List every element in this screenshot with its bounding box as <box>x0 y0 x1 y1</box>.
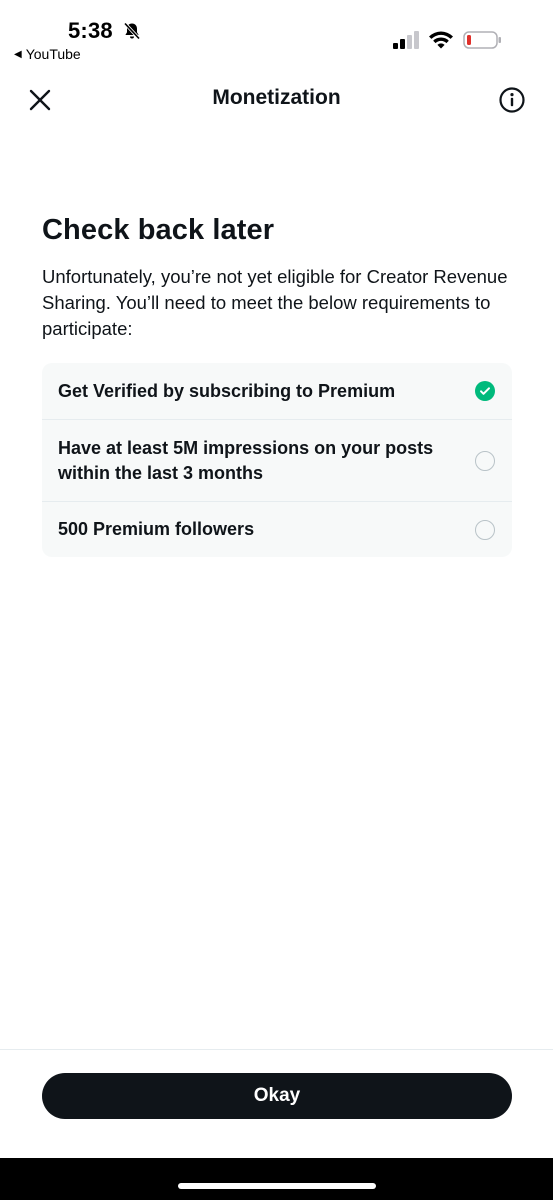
requirement-label: 500 Premium followers <box>58 519 255 539</box>
check-back-heading: Check back later <box>42 214 275 246</box>
status-time: 5:38 <box>68 18 113 43</box>
check-circle-icon <box>475 381 495 401</box>
back-app-label: YouTube <box>25 46 81 62</box>
nav-header: Monetization <box>0 70 553 128</box>
requirement-label: Have at least 5M impressions on your pos… <box>58 437 434 483</box>
requirement-row-followers: 500 Premium followers <box>42 501 512 557</box>
home-indicator[interactable] <box>178 1183 376 1189</box>
status-bar: 5:38 ◀ YouTube <box>0 0 553 70</box>
requirement-row-verified: Get Verified by subscribing to Premium <box>42 363 512 419</box>
cellular-signal-icon <box>393 30 421 50</box>
bell-slash-icon <box>122 21 142 41</box>
eligibility-description: Unfortunately, you’re not yet eligible f… <box>42 266 508 339</box>
info-icon <box>499 87 525 113</box>
battery-low-icon <box>463 30 503 50</box>
page-title: Monetization <box>212 86 341 109</box>
empty-circle-icon <box>475 519 495 540</box>
back-triangle-icon: ◀ <box>14 48 22 60</box>
info-button[interactable] <box>498 86 526 114</box>
empty-circle-icon <box>475 450 495 471</box>
okay-button[interactable]: Okay <box>42 1073 512 1119</box>
home-bar-area <box>0 1158 553 1200</box>
bottom-action-panel: Okay <box>0 1049 553 1159</box>
eligibility-content: Check back later Unfortunately, you’re n… <box>42 210 512 342</box>
requirements-card: Get Verified by subscribing to Premium H… <box>42 363 512 557</box>
back-to-app-link[interactable]: ◀ YouTube <box>14 46 81 62</box>
requirement-row-impressions: Have at least 5M impressions on your pos… <box>42 419 512 501</box>
requirement-label: Get Verified by subscribing to Premium <box>58 380 396 401</box>
wifi-icon <box>428 29 454 49</box>
monetization-screen: 5:38 ◀ YouTube Monetization Check back l… <box>0 0 553 1200</box>
